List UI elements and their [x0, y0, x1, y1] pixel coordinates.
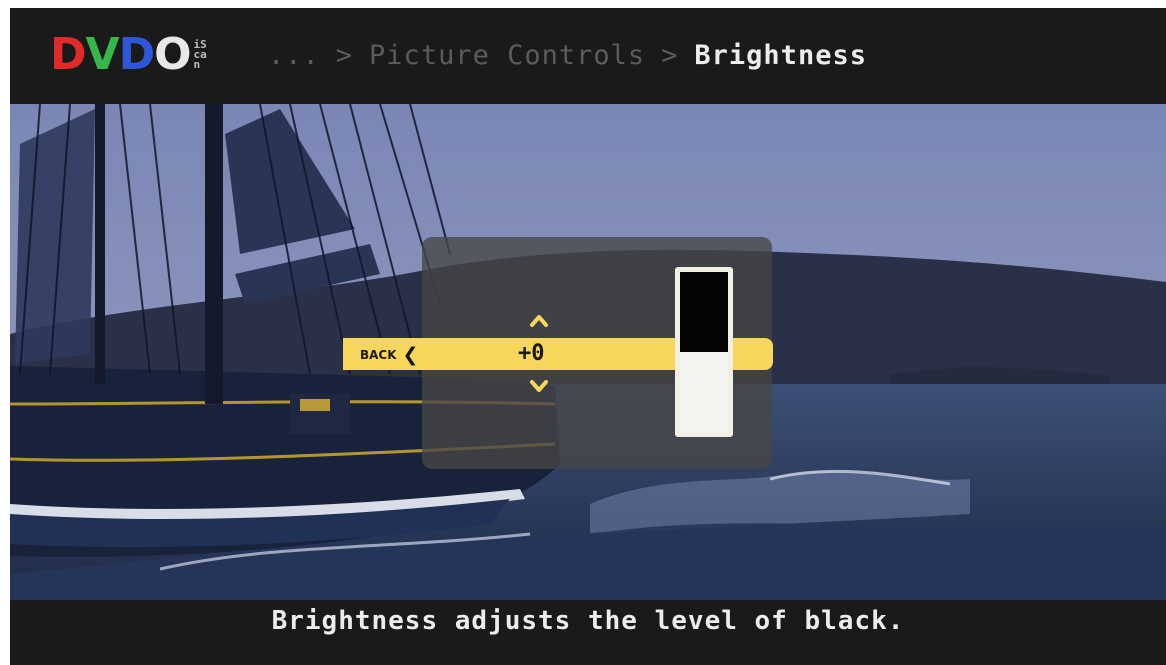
logo-letter-d2: D [118, 29, 156, 80]
logo-letter-d: D [50, 29, 87, 80]
help-caption: Brightness adjusts the level of black. [271, 606, 905, 636]
logo-sub-text: iScan [193, 38, 207, 71]
chevron-up-icon[interactable] [528, 311, 550, 331]
logo-letter-o: O [154, 29, 191, 80]
breadcrumb-parent[interactable]: Picture Controls [369, 40, 645, 71]
video-processor-screen: D V D O iScan ... > Picture Controls > B… [10, 8, 1166, 665]
header-bar: D V D O iScan ... > Picture Controls > B… [10, 8, 1166, 104]
logo-letter-v: V [85, 29, 120, 80]
chevron-down-icon[interactable] [528, 376, 550, 396]
breadcrumb-ellipsis[interactable]: ... [268, 40, 320, 71]
breadcrumb: ... > Picture Controls > Brightness [268, 35, 867, 75]
footer-bar: Brightness adjusts the level of black. [10, 600, 1166, 665]
chevron-left-icon: ❮ [402, 344, 419, 366]
breadcrumb-separator: > [661, 39, 679, 71]
brightness-value: +0 [518, 341, 545, 366]
back-label: BACK [360, 348, 397, 362]
dvdo-logo: D V D O iScan [50, 30, 208, 80]
black-level-meter [675, 267, 733, 437]
back-button[interactable]: BACK ❮ [360, 344, 419, 366]
meter-black-fill [680, 272, 728, 352]
breadcrumb-current: Brightness [694, 39, 867, 71]
breadcrumb-separator: > [335, 39, 354, 71]
meter-track [680, 272, 728, 432]
